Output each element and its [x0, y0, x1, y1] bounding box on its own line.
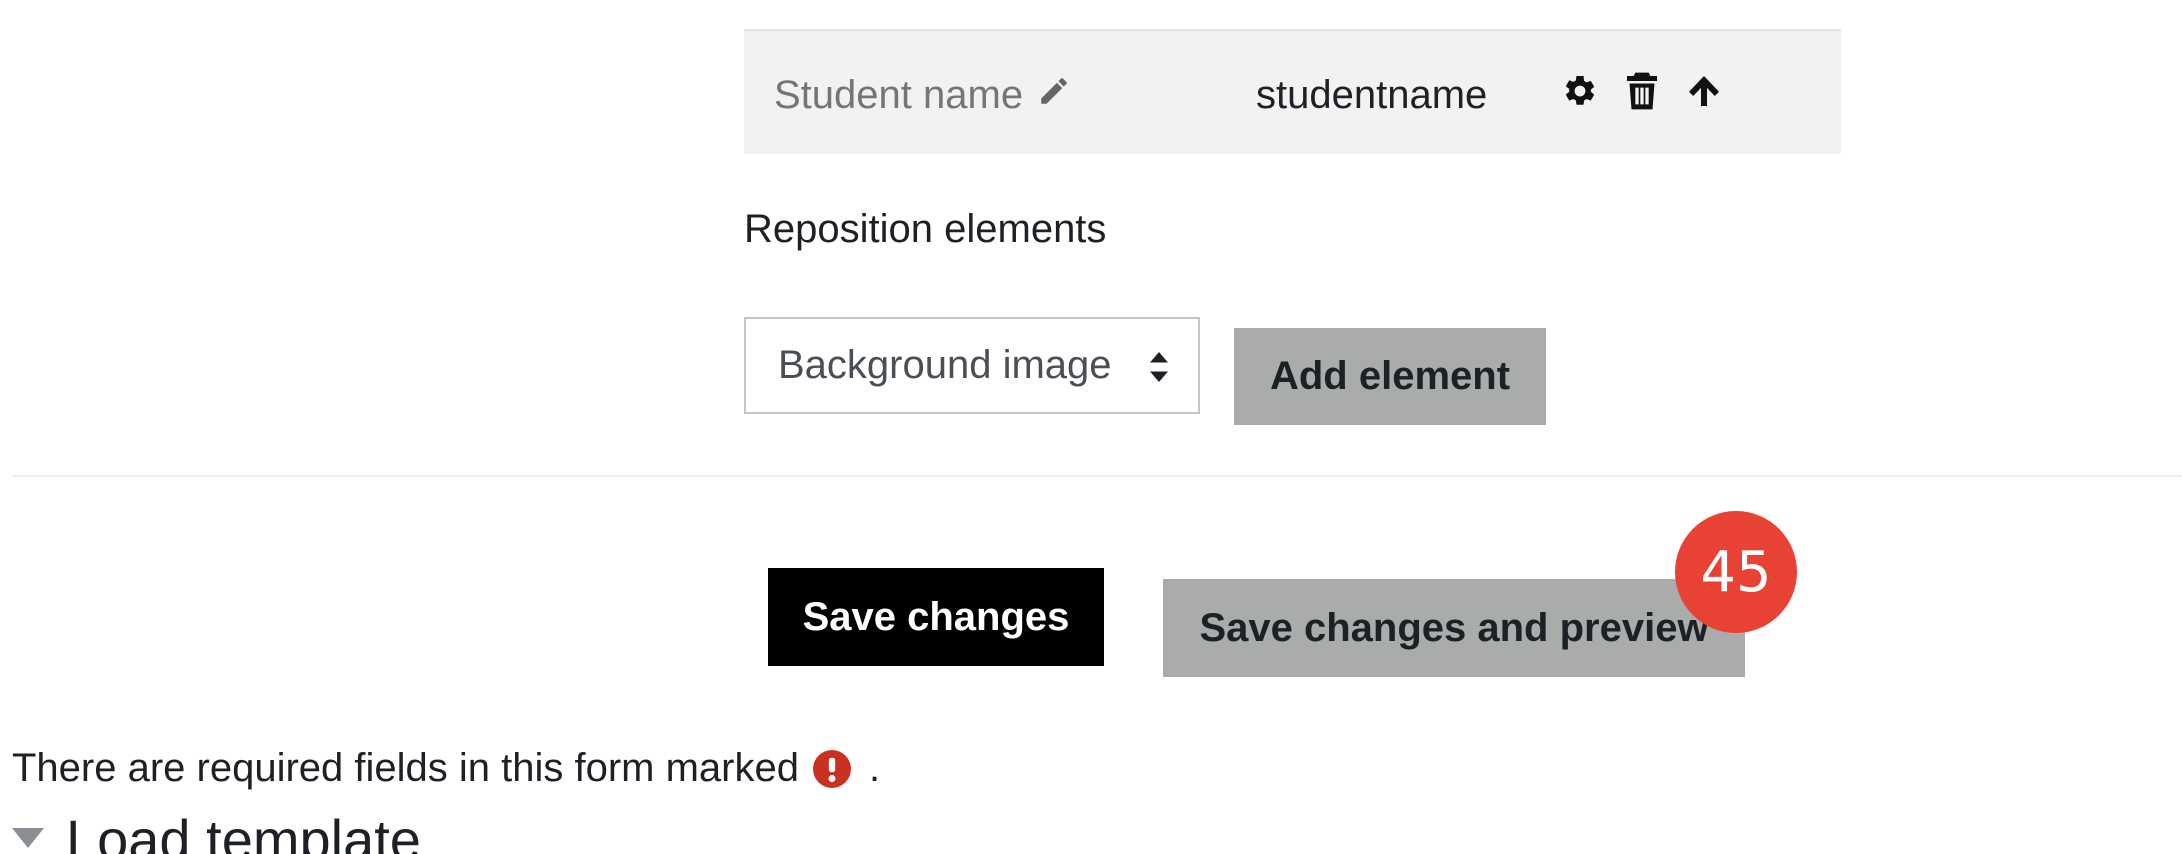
trash-icon[interactable] — [1624, 71, 1660, 111]
element-row: Student name studentname — [744, 29, 1841, 154]
required-note-text: There are required fields in this form m… — [12, 746, 799, 790]
element-type: studentname — [1256, 73, 1488, 117]
element-actions — [1562, 71, 1722, 111]
step-number-badge: 45 — [1675, 511, 1797, 633]
required-fields-note: There are required fields in this form m… — [12, 746, 880, 791]
arrow-up-icon[interactable] — [1686, 71, 1722, 111]
exclamation-circle-icon — [813, 749, 851, 788]
element-type-select[interactable]: Background image — [744, 317, 1200, 414]
select-arrows-icon — [1150, 352, 1168, 382]
gear-icon[interactable] — [1562, 71, 1598, 111]
element-name-label: Student name — [774, 73, 1024, 117]
save-and-preview-button[interactable]: Save changes and preview — [1163, 579, 1745, 677]
reposition-elements-link[interactable]: Reposition elements — [744, 207, 1106, 252]
required-note-period: . — [869, 746, 881, 790]
load-template-heading: Load template — [66, 808, 421, 854]
element-name[interactable]: Student name — [774, 73, 1071, 118]
add-element-button[interactable]: Add element — [1234, 328, 1546, 425]
save-changes-button[interactable]: Save changes — [768, 568, 1104, 666]
caret-down-icon — [12, 827, 44, 853]
load-template-toggle[interactable]: Load template — [12, 812, 421, 854]
divider — [12, 475, 2182, 477]
pencil-icon[interactable] — [1037, 73, 1071, 118]
element-type-select-value: Background image — [778, 343, 1112, 387]
